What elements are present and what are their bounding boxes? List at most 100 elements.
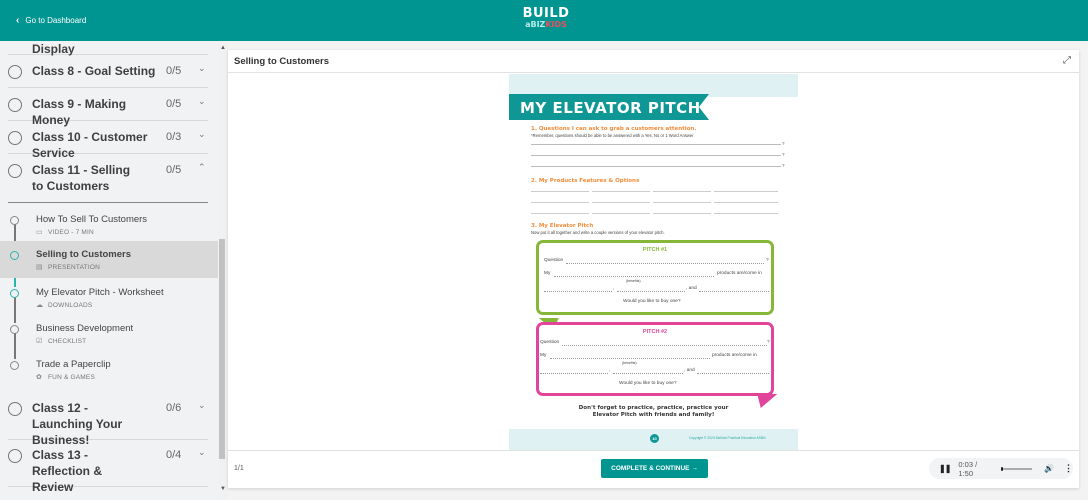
class-item[interactable]: Class 7 - Product Display 0/4 ⌄ xyxy=(8,41,208,56)
chevron-down-icon: ⌄ xyxy=(198,447,206,457)
scrollbar-thumb[interactable] xyxy=(219,239,225,459)
class-item[interactable]: Class 12 - Launching Your Business! 0/6 … xyxy=(8,396,208,447)
lesson-title: Trade a Paperclip xyxy=(36,359,111,370)
section-1-note: *Remember, questions should be able to b… xyxy=(531,133,694,138)
panel-footer: 1/1 COMPLETE & CONTINUE → ❚❚ 0:03 / 1:50… xyxy=(228,450,1079,488)
answer-line xyxy=(531,166,781,167)
sidebar-scrollbar[interactable]: ▲ ▼ xyxy=(218,41,228,500)
question-mark: ? xyxy=(782,141,785,146)
class-title: Class 8 - Goal Setting xyxy=(32,64,156,78)
logo-top: BUILD xyxy=(522,6,570,21)
logo[interactable]: BUILD aBIZKIDS xyxy=(523,7,569,33)
games-icon: ✿ xyxy=(36,374,43,381)
lesson-title: Selling to Customers xyxy=(36,249,132,260)
class-title: Class 13 - Reflection & Review xyxy=(32,448,103,494)
top-bar: ‹ Go to Dashboard BUILD aBIZKIDS xyxy=(0,0,1088,41)
lesson-title: Business Development xyxy=(36,323,134,334)
back-label: Go to Dashboard xyxy=(25,16,87,25)
video-icon: ▭ xyxy=(36,229,43,236)
question-mark: ? xyxy=(782,152,785,157)
status-circle-icon xyxy=(8,402,22,416)
worksheet-title: MY ELEVATOR PITCH xyxy=(520,99,701,117)
scroll-down-arrow-icon[interactable]: ▼ xyxy=(220,486,226,492)
download-icon: ☁ xyxy=(36,302,44,309)
pitch-1-title: PITCH #1 xyxy=(642,247,668,253)
table-cell-line xyxy=(714,202,778,203)
class-count: 0/3 xyxy=(166,131,182,143)
status-circle-icon xyxy=(8,131,22,145)
fullscreen-icon[interactable]: ⤢ xyxy=(1063,55,1071,66)
logo-bottom: aBIZKIDS xyxy=(525,20,567,29)
section-3-heading: 3. My Elevator Pitch xyxy=(531,223,594,229)
class-count: 0/5 xyxy=(166,98,182,110)
course-sidebar: Class 7 - Product Display 0/4 ⌄ Class 8 … xyxy=(0,41,218,500)
scroll-up-arrow-icon[interactable]: ▲ xyxy=(220,45,226,51)
lesson-title: How To Sell To Customers xyxy=(36,214,148,225)
lesson-type: ✿ FUN & GAMES xyxy=(36,374,95,381)
class-count: 0/6 xyxy=(166,402,182,414)
pitch-1-box: PITCH #1 Question ? My products are/come… xyxy=(536,240,774,315)
section-2-heading: 2. My Products Features & Options xyxy=(531,178,640,184)
class-item[interactable]: Class 10 - Customer Service 0/3 ⌄ xyxy=(8,121,208,160)
lesson-item[interactable]: Business Development ☑ CHECKLIST xyxy=(0,322,218,358)
lesson-item-active[interactable]: Selling to Customers ▤ PRESENTATION xyxy=(0,241,218,278)
chevron-left-icon: ‹ xyxy=(16,15,20,26)
class-item[interactable]: Class 9 - Making Money 0/5 ⌄ xyxy=(8,88,208,127)
panel-header: Selling to Customers xyxy=(228,50,1079,73)
table-cell-line xyxy=(531,191,589,192)
table-cell-line xyxy=(592,213,650,214)
lesson-status-icon xyxy=(10,325,19,334)
chevron-down-icon: ⌄ xyxy=(198,96,206,106)
status-circle-icon xyxy=(8,65,22,79)
lesson-status-icon xyxy=(10,216,19,225)
class-item-expanded[interactable]: Class 11 - Selling to Customers 0/5 ⌃ xyxy=(8,154,208,203)
lesson-status-icon xyxy=(10,289,19,298)
lesson-type: ▭ VIDEO - 7 MIN xyxy=(36,229,94,236)
class-item[interactable]: Class 13 - Reflection & Review 0/4 ⌄ xyxy=(8,440,208,494)
question-label: Question xyxy=(540,340,560,345)
class-title: Class 11 - Selling to Customers xyxy=(32,163,131,193)
audio-progress-fill xyxy=(1000,466,1004,471)
question-label: Question xyxy=(544,258,564,263)
go-to-dashboard-link[interactable]: ‹ Go to Dashboard xyxy=(16,0,86,41)
table-cell-line xyxy=(653,213,711,214)
answer-line xyxy=(531,144,781,145)
table-cell-line xyxy=(592,191,650,192)
audio-progress-slider[interactable] xyxy=(1000,466,1033,471)
class-count: 0/5 xyxy=(166,164,182,176)
page-indicator: 1/1 xyxy=(234,465,244,472)
answer-line xyxy=(531,155,781,156)
volume-icon[interactable]: 🔊 xyxy=(1044,464,1054,473)
lesson-title: My Elevator Pitch - Worksheet xyxy=(36,287,164,298)
lesson-type: ▤ PRESENTATION xyxy=(36,264,100,271)
pause-icon[interactable]: ❚❚ xyxy=(939,464,951,473)
lesson-item[interactable]: My Elevator Pitch - Worksheet ☁ DOWNLOADS xyxy=(0,286,218,322)
question-mark: ? xyxy=(782,163,785,168)
section-3-note: Now put it all together and write a coup… xyxy=(531,230,665,235)
closing-note: Don't forget to practice, practice, prac… xyxy=(578,405,729,418)
chevron-down-icon: ⌄ xyxy=(198,129,206,139)
section-1-heading: 1. Questions I can ask to grab a custome… xyxy=(531,126,697,132)
worksheet-page: MY ELEVATOR PITCH 1. Questions I can ask… xyxy=(509,74,798,450)
checklist-icon: ☑ xyxy=(36,338,43,345)
copyright-text: Copyright © 2023 BizKids Practical Educa… xyxy=(689,436,766,440)
panel-title: Selling to Customers xyxy=(234,55,330,67)
more-options-icon[interactable]: ⋮ xyxy=(1064,463,1073,474)
lesson-type: ☑ CHECKLIST xyxy=(36,338,87,345)
table-cell-line xyxy=(714,213,778,214)
audio-time: 0:03 / 1:50 xyxy=(958,459,978,478)
page-number-badge: 10 xyxy=(650,434,659,443)
table-cell-line xyxy=(592,202,650,203)
lesson-status-icon xyxy=(10,251,19,260)
table-cell-line xyxy=(714,191,778,192)
content-panel: Selling to Customers ⤢ MY ELEVATOR PITCH… xyxy=(228,50,1079,488)
complete-and-continue-button[interactable]: COMPLETE & CONTINUE → xyxy=(601,459,708,478)
class-item[interactable]: Class 8 - Goal Setting 0/5 ⌄ xyxy=(8,55,208,88)
lesson-item[interactable]: Trade a Paperclip ✿ FUN & GAMES xyxy=(0,358,218,394)
lesson-type: ☁ DOWNLOADS xyxy=(36,302,93,309)
presentation-viewer: MY ELEVATOR PITCH 1. Questions I can ask… xyxy=(228,74,1079,450)
table-cell-line xyxy=(531,202,589,203)
status-circle-icon xyxy=(8,449,22,463)
status-circle-icon xyxy=(8,164,22,178)
table-cell-line xyxy=(531,213,589,214)
